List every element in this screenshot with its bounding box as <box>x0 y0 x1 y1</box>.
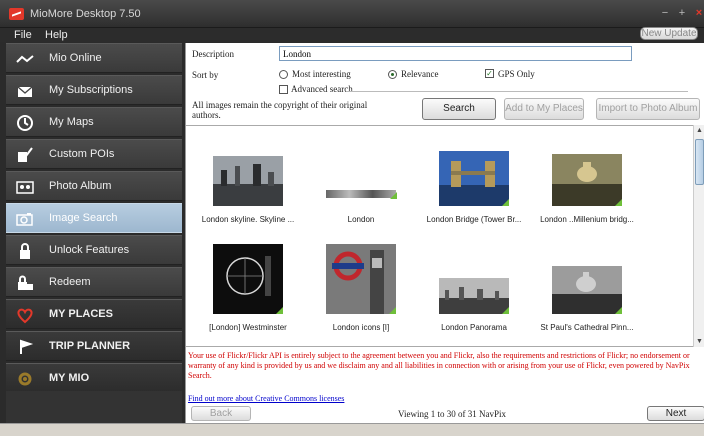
scrollbar-thumb[interactable] <box>695 139 704 185</box>
sort-by-label: Sort by <box>192 70 219 80</box>
poi-edit-icon <box>18 147 33 162</box>
sidebar-item-label: Custom POIs <box>49 148 115 160</box>
result-item[interactable]: London Bridge (Tower Br... <box>418 128 530 228</box>
gps-only-checkbox[interactable]: ✓ <box>485 69 494 78</box>
result-caption: London icons [I] <box>332 323 390 332</box>
sidebar-item-label: TRIP PLANNER <box>49 340 131 352</box>
sidebar-item-label: Photo Album <box>49 180 112 192</box>
pagination-status: Viewing 1 to 30 of 31 NavPix <box>398 409 506 419</box>
sidebar-footer <box>6 391 182 423</box>
flickr-disclaimer: Your use of Flickr/Flickr API is entirel… <box>188 351 690 380</box>
result-caption: [London] Westminster <box>209 323 287 332</box>
sidebar-item-unlock-features[interactable]: Unlock Features <box>6 235 182 265</box>
sidebar-item-my-subscriptions[interactable]: My Subscriptions <box>6 75 182 105</box>
redeem-lock-icon <box>18 275 33 290</box>
thumbnail-image <box>326 190 397 199</box>
advanced-search-label: Advanced search <box>291 84 353 94</box>
sidebar-item-label: My Subscriptions <box>49 84 133 96</box>
signal-wave-icon <box>16 55 34 63</box>
gps-only-label: GPS Only <box>498 69 535 79</box>
sidebar-item-label: Image Search <box>49 212 118 224</box>
close-icon[interactable]: × <box>692 6 704 20</box>
sidebar-item-my-maps[interactable]: My Maps <box>6 107 182 137</box>
result-item[interactable]: London <box>305 128 417 228</box>
thumbnail-image <box>213 156 283 206</box>
next-button[interactable]: Next <box>647 406 704 421</box>
result-caption: London Bridge (Tower Br... <box>426 215 522 224</box>
thumbnail-image <box>439 151 509 206</box>
result-item[interactable]: London Panorama <box>418 236 530 336</box>
thumbnail-image <box>552 154 622 206</box>
sidebar-item-my-places[interactable]: MY PLACES <box>6 299 182 329</box>
result-caption: London skyline. Skyline ... <box>201 215 295 224</box>
description-input[interactable] <box>279 46 632 61</box>
geotag-badge <box>390 192 397 199</box>
scroll-up-arrow-icon[interactable]: ▲ <box>694 125 704 136</box>
result-item[interactable]: [London] Westminster <box>192 236 304 336</box>
status-bar <box>0 423 704 436</box>
camera-icon <box>16 213 33 226</box>
sidebar-item-label: Mio Online <box>49 52 102 64</box>
result-item[interactable]: London ..Millenium bridg... <box>531 128 643 228</box>
result-caption: London Panorama <box>441 323 507 332</box>
sidebar-item-label: MY PLACES <box>49 308 113 320</box>
menu-bar: File Help <box>0 28 704 42</box>
sidebar-item-label: MY MIO <box>49 372 90 384</box>
image-search-panel: Description Sort by Most interesting Rel… <box>185 43 704 423</box>
advanced-search-checkbox[interactable] <box>279 85 288 94</box>
new-update-button[interactable]: New Update <box>640 27 698 40</box>
sidebar-item-photo-album[interactable]: Photo Album <box>6 171 182 201</box>
result-caption: London ..Millenium bridg... <box>540 215 634 224</box>
sidebar: Mio Online My Subscriptions My Maps Cust… <box>6 43 182 423</box>
sort-relevance-radio[interactable] <box>388 70 397 79</box>
result-item[interactable]: St Paul's Cathedral Pinn... <box>531 236 643 336</box>
minimize-icon[interactable]: − <box>658 6 672 20</box>
results-scrollbar[interactable]: ▲ ▼ <box>693 125 704 347</box>
sidebar-item-custom-pois[interactable]: Custom POIs <box>6 139 182 169</box>
scroll-down-arrow-icon[interactable]: ▼ <box>694 336 704 347</box>
advanced-search-divider <box>346 91 688 92</box>
menu-file[interactable]: File <box>14 28 32 42</box>
photo-album-icon <box>16 181 34 194</box>
add-to-my-places-button[interactable]: Add to My Places <box>504 98 584 120</box>
route-flag-icon <box>20 339 34 354</box>
result-item[interactable]: London icons [I] <box>305 236 417 336</box>
sidebar-item-mio-online[interactable]: Mio Online <box>6 43 182 73</box>
back-button[interactable]: Back <box>191 406 251 421</box>
gear-icon <box>18 372 32 386</box>
copyright-note: All images remain the copyright of their… <box>192 100 368 120</box>
results-grid: London skyline. Skyline ... London Londo… <box>186 125 693 347</box>
menu-help[interactable]: Help <box>45 28 68 42</box>
import-to-photo-album-button[interactable]: Import to Photo Album <box>596 98 700 120</box>
thumbnail-image <box>439 278 509 314</box>
thumbnail-image <box>213 244 283 314</box>
sidebar-item-label: Unlock Features <box>49 244 130 256</box>
creative-commons-link[interactable]: Find out more about Creative Commons lic… <box>188 394 344 403</box>
description-label: Description <box>192 49 234 59</box>
sort-most-interesting-radio[interactable] <box>279 70 288 79</box>
result-caption: St Paul's Cathedral Pinn... <box>540 323 634 332</box>
sidebar-item-trip-planner[interactable]: TRIP PLANNER <box>6 331 182 361</box>
maximize-icon[interactable]: + <box>675 6 689 20</box>
sidebar-item-label: Redeem <box>49 276 91 288</box>
envelope-icon <box>17 86 33 97</box>
thumbnail-image <box>552 266 622 314</box>
sidebar-item-redeem[interactable]: Redeem <box>6 267 182 297</box>
sidebar-item-my-mio[interactable]: MY MIO <box>6 363 182 393</box>
window-title: MioMore Desktop 7.50 <box>30 8 141 20</box>
search-button[interactable]: Search <box>422 98 496 120</box>
app-logo-icon <box>9 8 24 20</box>
lock-icon <box>20 243 30 259</box>
sidebar-item-label: My Maps <box>49 116 94 128</box>
sort-most-interesting-label: Most interesting <box>292 69 351 79</box>
thumbnail-image <box>326 244 396 314</box>
sidebar-item-image-search[interactable]: Image Search <box>6 203 182 233</box>
result-item[interactable]: London skyline. Skyline ... <box>192 128 304 228</box>
heart-icon <box>17 308 33 324</box>
compass-icon <box>17 115 33 131</box>
result-caption: London <box>347 215 375 224</box>
title-bar: MioMore Desktop 7.50 − + × <box>0 0 704 28</box>
sort-relevance-label: Relevance <box>401 69 439 79</box>
